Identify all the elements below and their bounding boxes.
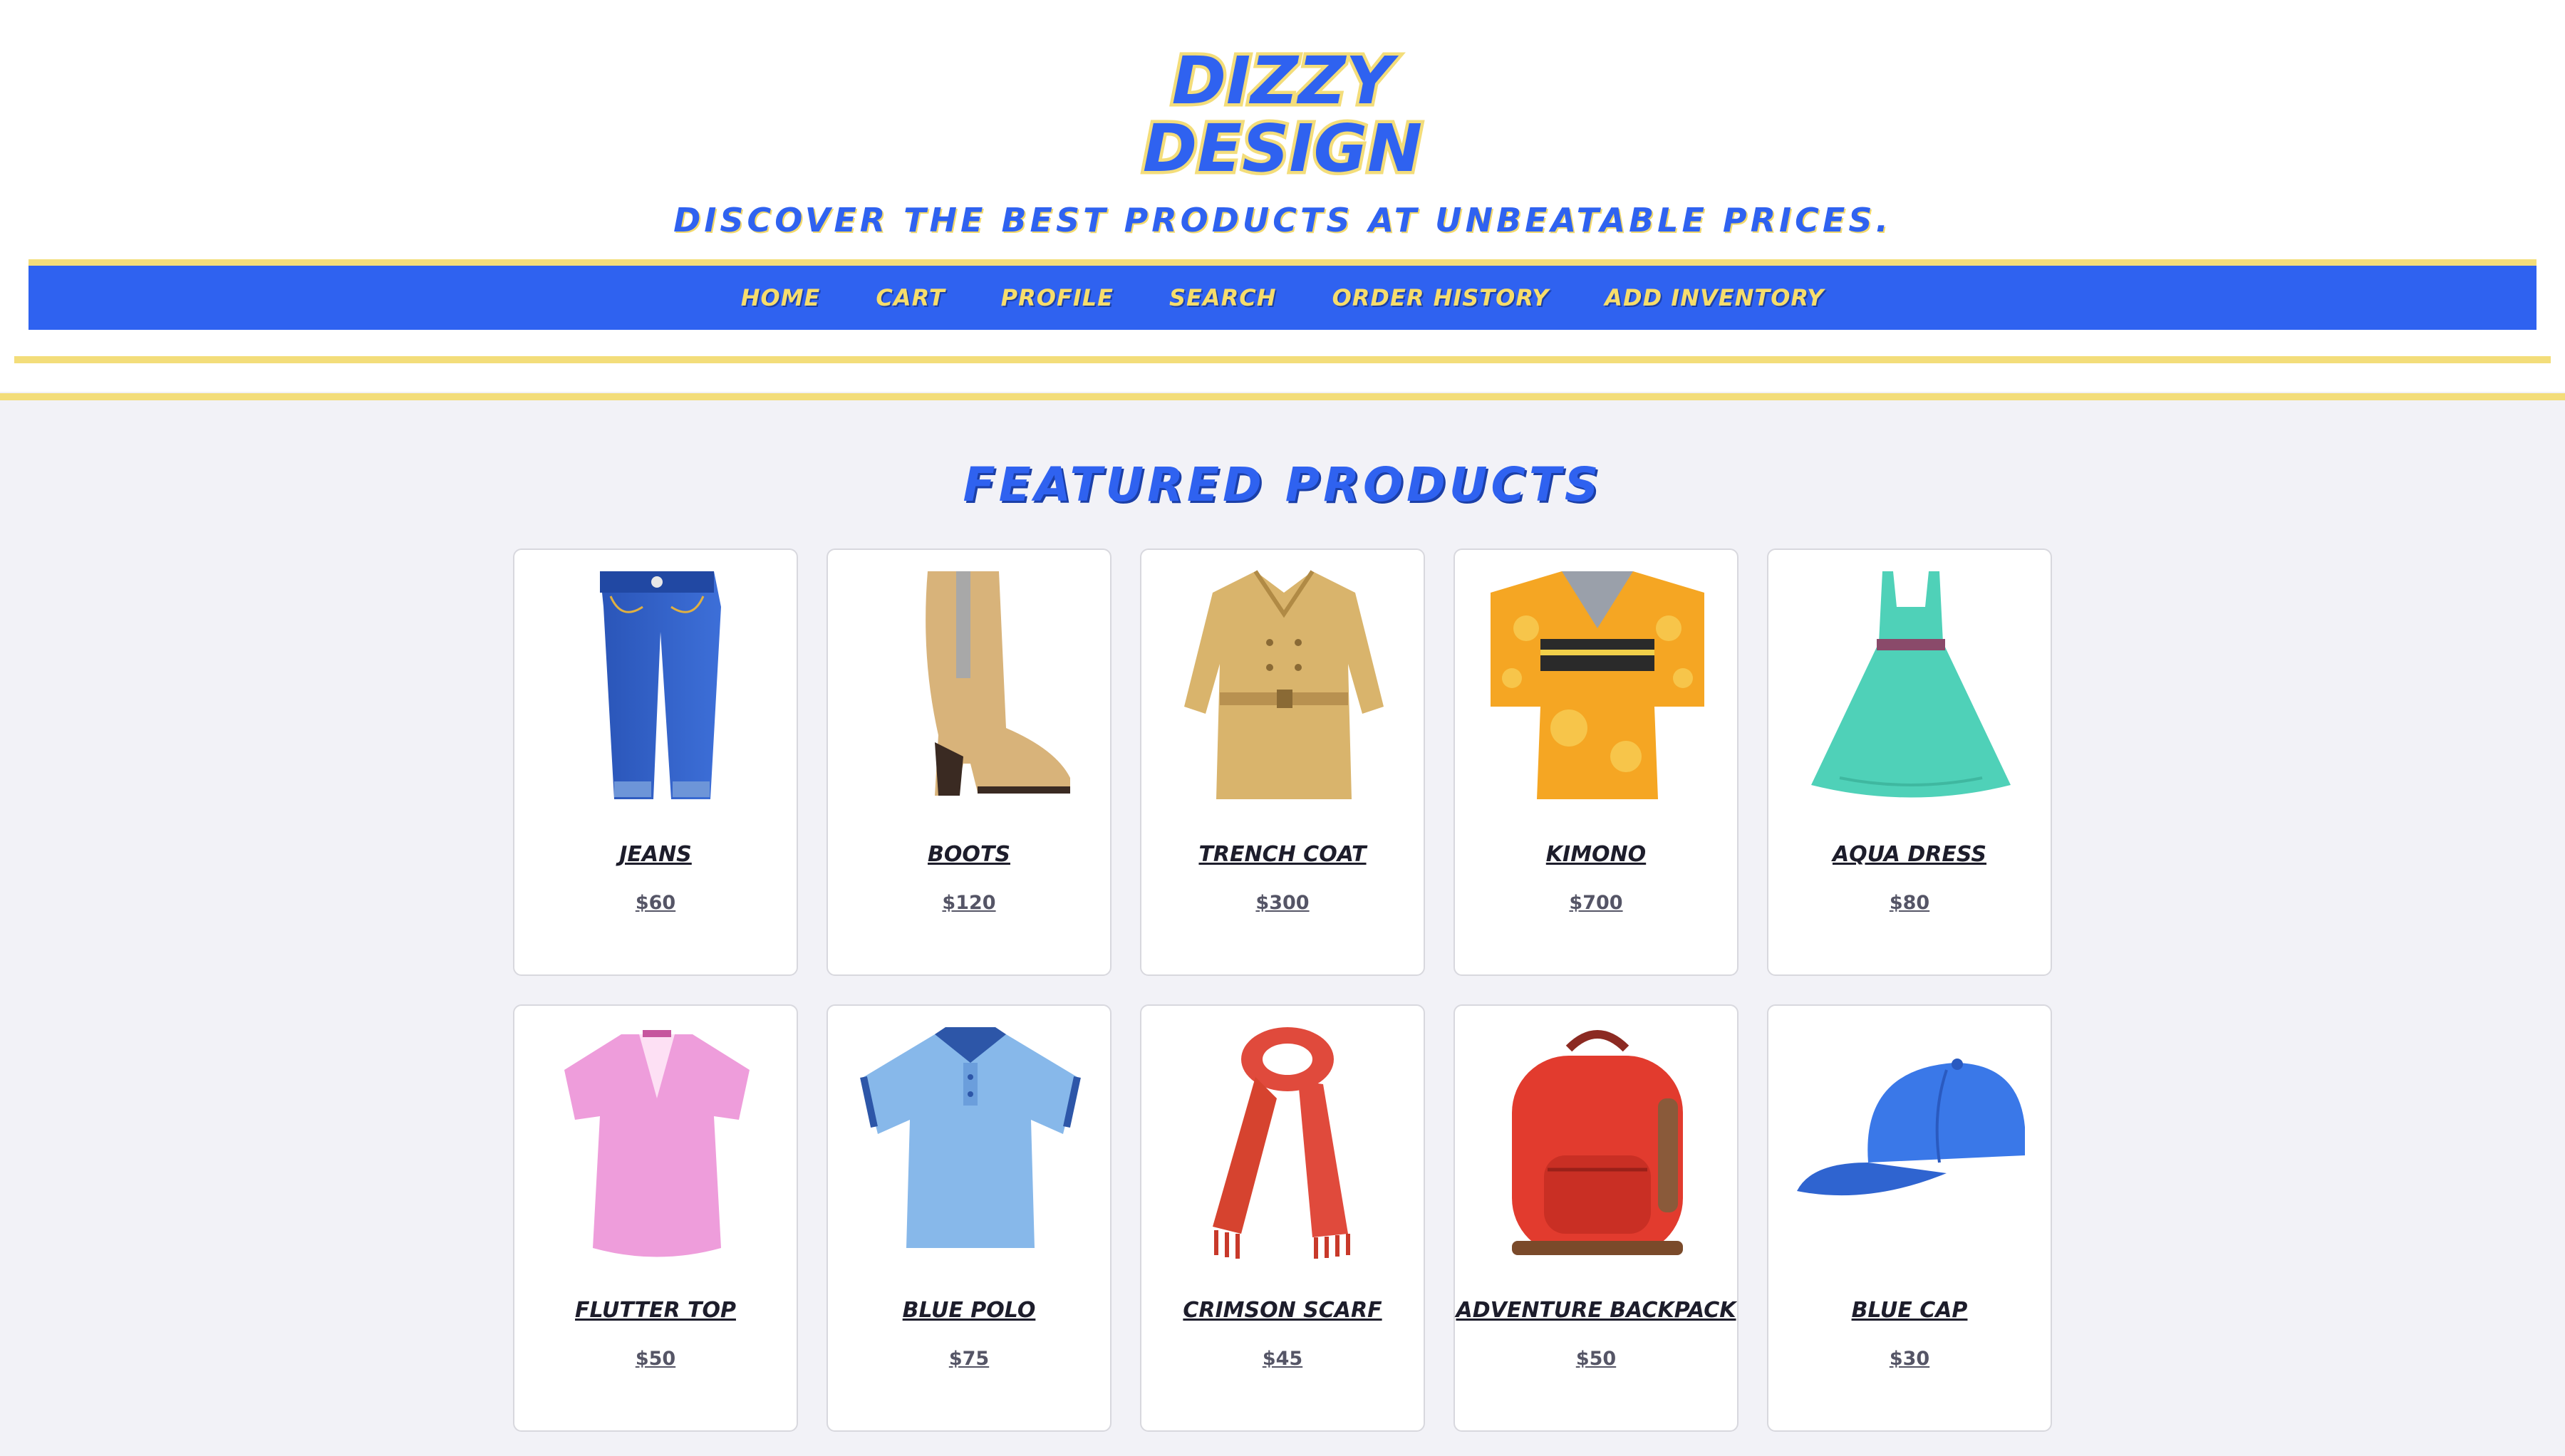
product-price[interactable]: $80 xyxy=(1768,892,2051,914)
product-name[interactable]: Trench Coat xyxy=(1141,842,1424,867)
nav-cart[interactable]: Cart xyxy=(876,284,945,311)
product-name[interactable]: Flutter Top xyxy=(514,1298,797,1323)
product-card[interactable]: Crimson Scarf $45 xyxy=(1140,1004,1425,1432)
product-price[interactable]: $700 xyxy=(1455,892,1737,914)
product-price[interactable]: $120 xyxy=(828,892,1110,914)
backpack-icon xyxy=(1512,1030,1683,1255)
product-price[interactable]: $60 xyxy=(514,892,797,914)
product-price[interactable]: $45 xyxy=(1141,1348,1424,1370)
product-card[interactable]: Aqua Dress $80 xyxy=(1767,548,2052,976)
product-name[interactable]: Blue Cap xyxy=(1768,1298,2051,1323)
product-name[interactable]: Aqua Dress xyxy=(1768,842,2051,867)
product-name[interactable]: Crimson Scarf xyxy=(1141,1298,1424,1323)
boot-icon xyxy=(926,571,1070,796)
product-name[interactable]: Boots xyxy=(828,842,1110,867)
divider-line xyxy=(0,393,2565,400)
product-price[interactable]: $75 xyxy=(828,1348,1110,1370)
product-grid: Jeans $60 Boots $120 Trench Coat $300 xyxy=(513,548,2052,1432)
polo-shirt-icon xyxy=(860,1027,1081,1248)
brand-line-2: DESIGN xyxy=(1143,110,1422,178)
nav-profile[interactable]: Profile xyxy=(1001,284,1114,311)
section-title: Featured Products xyxy=(963,457,1602,512)
product-card[interactable]: Boots $120 xyxy=(826,548,1112,976)
product-name[interactable]: Jeans xyxy=(514,842,797,867)
jeans-icon xyxy=(600,571,721,799)
nav-top-border xyxy=(28,259,2536,266)
product-card[interactable]: Jeans $60 xyxy=(513,548,798,976)
nav-search[interactable]: Search xyxy=(1169,284,1277,311)
product-price[interactable]: $30 xyxy=(1768,1348,2051,1370)
cap-icon xyxy=(1797,1059,2025,1196)
tagline: Discover the best products at unbeatable… xyxy=(673,201,1892,239)
product-name[interactable]: Kimono xyxy=(1455,842,1737,867)
nav-order-history[interactable]: Order History xyxy=(1332,284,1550,311)
brand-logo[interactable]: DIZZY DESIGN xyxy=(1140,36,1425,179)
dress-icon xyxy=(1811,571,2011,798)
blouse-icon xyxy=(564,1030,750,1257)
product-price[interactable]: $300 xyxy=(1141,892,1424,914)
product-card[interactable]: Adventure Backpack $50 xyxy=(1454,1004,1738,1432)
nav-home[interactable]: Home xyxy=(741,284,821,311)
product-price[interactable]: $50 xyxy=(1455,1348,1737,1370)
coat-icon xyxy=(1184,570,1384,799)
scarf-icon xyxy=(1213,1027,1350,1259)
product-card[interactable]: Blue Cap $30 xyxy=(1767,1004,2052,1432)
product-card[interactable]: Kimono $700 xyxy=(1454,548,1738,976)
kimono-icon xyxy=(1491,571,1704,799)
product-card[interactable]: Trench Coat $300 xyxy=(1140,548,1425,976)
nav-add-inventory[interactable]: Add Inventory xyxy=(1605,284,1824,311)
product-name[interactable]: Adventure Backpack xyxy=(1455,1298,1737,1323)
product-card[interactable]: Flutter Top $50 xyxy=(513,1004,798,1432)
divider-line xyxy=(14,356,2551,363)
product-card[interactable]: Blue Polo $75 xyxy=(826,1004,1112,1432)
main-nav: Home Cart Profile Search Order History A… xyxy=(28,266,2536,330)
site-header: DIZZY DESIGN Discover the best products … xyxy=(0,0,2565,392)
brand-line-1: DIZZY xyxy=(1172,43,1399,119)
product-name[interactable]: Blue Polo xyxy=(828,1298,1110,1323)
product-price[interactable]: $50 xyxy=(514,1348,797,1370)
